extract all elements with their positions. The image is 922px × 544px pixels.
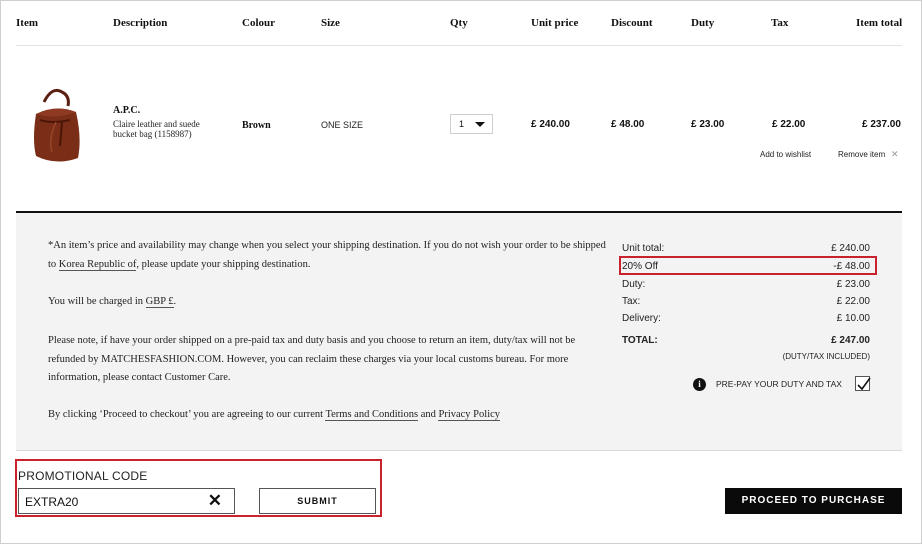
column-header-tax: Tax <box>771 17 789 29</box>
summary-value: -£ 48.00 <box>833 261 870 272</box>
quantity-value: 1 <box>459 119 465 129</box>
info-icon[interactable]: i <box>693 378 706 391</box>
column-header-description: Description <box>113 17 168 29</box>
terms-note-and: and <box>418 409 439 420</box>
clear-icon[interactable]: ✕ <box>208 491 222 511</box>
product-item-total: £ 237.00 <box>862 119 901 130</box>
column-header-unit-price: Unit price <box>531 17 579 29</box>
summary-total-value: £ 247.00 <box>831 335 870 346</box>
summary-value: £ 240.00 <box>831 243 870 254</box>
column-header-colour: Colour <box>242 17 275 29</box>
summary-value: £ 10.00 <box>836 313 870 324</box>
promo-code-input[interactable]: EXTRA20 ✕ <box>18 488 235 514</box>
product-tax: £ 22.00 <box>772 119 806 130</box>
product-colour: Brown <box>242 120 271 131</box>
privacy-policy-link[interactable]: Privacy Policy <box>438 409 501 421</box>
summary-value: £ 22.00 <box>836 296 870 307</box>
column-header-item: Item <box>16 17 38 29</box>
product-size: ONE SIZE <box>321 120 364 130</box>
tax-included-note: (DUTY/TAX INCLUDED) <box>782 352 870 361</box>
summary-label: 20% Off <box>622 261 658 272</box>
prepay-duty-label: PRE-PAY YOUR DUTY AND TAX <box>716 379 842 389</box>
terms-note: By clicking ‘Proceed to checkout’ you ar… <box>48 406 608 425</box>
summary-total-label: TOTAL: <box>622 335 658 346</box>
header-divider <box>16 45 902 46</box>
promo-code-value: EXTRA20 <box>25 495 79 509</box>
summary-label: Tax: <box>622 296 641 307</box>
summary-label: Unit total: <box>622 243 665 254</box>
shipping-note: *An item’s price and availability may ch… <box>48 237 608 274</box>
product-unit-price: £ 240.00 <box>531 119 570 130</box>
column-header-duty: Duty <box>691 17 715 29</box>
prepay-duty-checkbox[interactable] <box>855 376 871 391</box>
product-description[interactable]: Claire leather and suede bucket bag (115… <box>113 119 213 139</box>
summary-label: Delivery: <box>622 313 661 324</box>
currency-link[interactable]: GBP £ <box>145 296 174 308</box>
product-image-bag-icon[interactable] <box>22 80 90 166</box>
chevron-down-icon <box>475 122 485 127</box>
currency-note: You will be charged in GBP £. <box>48 293 608 312</box>
summary-value: £ 23.00 <box>836 279 870 290</box>
close-icon[interactable]: ✕ <box>891 149 899 160</box>
product-brand[interactable]: A.P.C. <box>113 105 140 116</box>
shipping-destination-link[interactable]: Korea Republic of <box>58 258 137 271</box>
add-to-wishlist-link[interactable]: Add to wishlist <box>760 150 811 159</box>
proceed-to-purchase-button[interactable]: PROCEED TO PURCHASE <box>725 488 902 514</box>
remove-item-link[interactable]: Remove item <box>838 150 885 159</box>
product-discount: £ 48.00 <box>611 119 645 130</box>
submit-promo-button[interactable]: SUBMIT <box>259 488 376 514</box>
terms-link[interactable]: Terms and Conditions <box>325 409 419 421</box>
column-header-size: Size <box>321 17 340 29</box>
column-header-discount: Discount <box>611 17 653 29</box>
quantity-select[interactable]: 1 <box>450 114 493 134</box>
refund-note: Please note, if have your order shipped … <box>48 335 576 383</box>
shipping-note-text-end: , please update your shipping destinatio… <box>136 258 311 270</box>
summary-label: Duty: <box>622 279 646 290</box>
column-header-qty: Qty <box>450 17 468 29</box>
currency-note-end: . <box>173 296 177 307</box>
checkmark-icon <box>857 377 871 391</box>
column-header-item-total: Item total <box>856 17 903 29</box>
product-duty: £ 23.00 <box>691 119 725 130</box>
promo-code-label: PROMOTIONAL CODE <box>18 469 148 483</box>
terms-note-text: By clicking ‘Proceed to checkout’ you ar… <box>48 409 326 420</box>
currency-note-text: You will be charged in <box>48 296 146 307</box>
